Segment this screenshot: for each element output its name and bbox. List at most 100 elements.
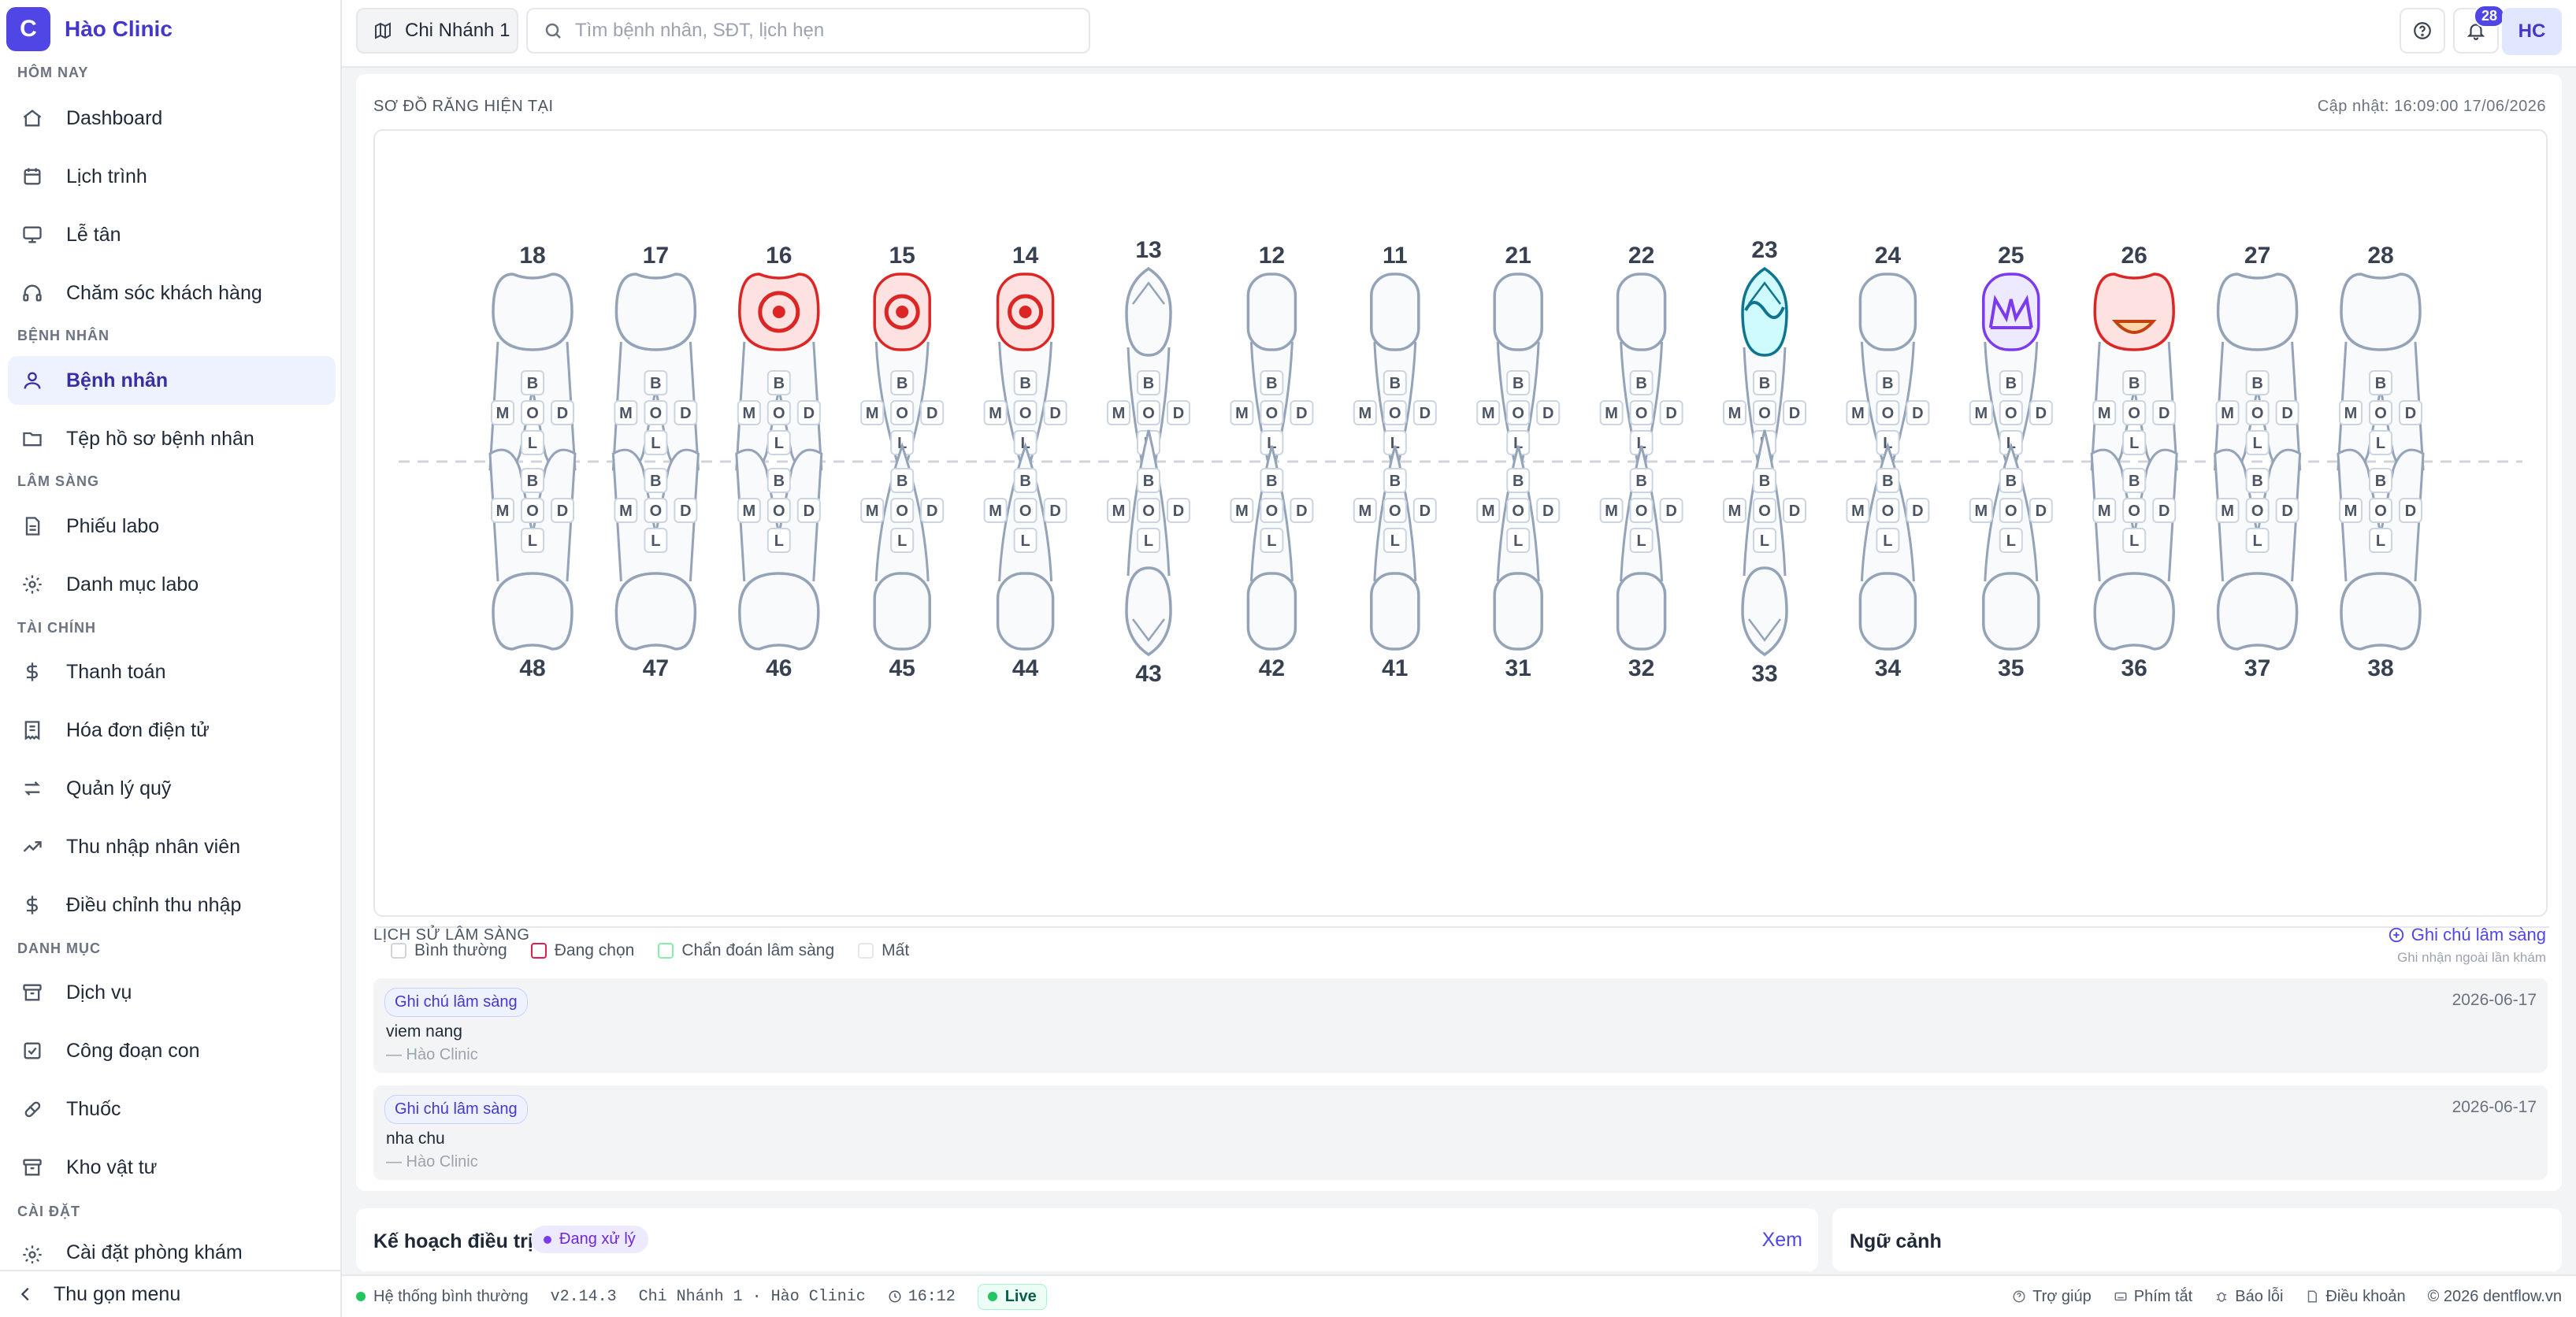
surface-D[interactable]: D — [2029, 400, 2053, 425]
surface-O[interactable]: O — [2245, 498, 2270, 523]
surface-O[interactable]: O — [2245, 400, 2270, 425]
surface-M[interactable]: M — [860, 498, 885, 523]
surface-O[interactable]: O — [644, 400, 668, 425]
surface-D[interactable]: D — [1659, 400, 1683, 425]
surface-M[interactable]: M — [983, 400, 1008, 425]
brand[interactable]: C Hào Clinic — [6, 6, 173, 52]
sidebar-item-thuoc[interactable]: Thuốc — [8, 1085, 336, 1133]
avatar[interactable]: HC — [2502, 8, 2562, 55]
surface-M[interactable]: M — [1107, 498, 1130, 523]
surface-O[interactable]: O — [1876, 498, 1900, 523]
report-bug-link[interactable]: Báo lỗi — [2214, 1288, 2283, 1306]
surface-M[interactable]: M — [2092, 400, 2117, 425]
surface-M[interactable]: M — [1476, 400, 1501, 425]
surface-B[interactable]: B — [1137, 370, 1160, 395]
tooth-45[interactable]: 45 BM O D L — [860, 442, 945, 681]
surface-O[interactable]: O — [1999, 400, 2023, 425]
surface-B[interactable]: B — [521, 370, 544, 395]
surface-M[interactable]: M — [2215, 498, 2240, 523]
tooth-32[interactable]: 32 BM O D L — [1599, 445, 1683, 681]
sidebar-item-phieu-labo[interactable]: Phiếu labo — [8, 502, 336, 551]
surface-B[interactable]: B — [766, 370, 791, 395]
surface-L[interactable]: L — [644, 528, 668, 553]
surface-M[interactable]: M — [614, 498, 638, 523]
surface-B[interactable]: B — [1137, 468, 1160, 493]
surface-L[interactable]: L — [1753, 528, 1776, 553]
surface-L[interactable]: L — [2245, 430, 2270, 455]
surface-L[interactable]: L — [2369, 528, 2392, 553]
surface-D[interactable]: D — [1167, 498, 1190, 523]
tooth-37[interactable]: 37 BM O D L — [2214, 448, 2302, 681]
surface-O[interactable]: O — [2369, 498, 2392, 523]
surface-O[interactable]: O — [2122, 498, 2147, 523]
tooth-33[interactable]: 33 BM O D L — [1723, 429, 1806, 687]
surface-M[interactable]: M — [1723, 400, 1746, 425]
notifications-button[interactable]: 28 — [2453, 5, 2505, 54]
surface-L[interactable]: L — [2245, 528, 2270, 553]
tooth-36[interactable]: 36 B M O D L — [2090, 448, 2178, 681]
surface-B[interactable]: B — [1629, 370, 1654, 395]
surface-B[interactable]: B — [1506, 370, 1531, 395]
surface-B[interactable]: B — [2245, 468, 2270, 493]
tooth-38[interactable]: 38 BM O D L — [2337, 448, 2425, 681]
surface-D[interactable]: D — [1412, 498, 1437, 523]
surface-O[interactable]: O — [1137, 400, 1160, 425]
tooth-42[interactable]: 42 BM O D L — [1230, 445, 1314, 681]
surface-B[interactable]: B — [2245, 370, 2270, 395]
surface-L[interactable]: L — [1876, 528, 1900, 553]
surface-L[interactable]: L — [1013, 528, 1037, 553]
surface-D[interactable]: D — [1906, 498, 1930, 523]
surface-O[interactable]: O — [766, 498, 791, 523]
tooth-34[interactable]: 34 BM O D L — [1846, 442, 1930, 681]
surface-B[interactable]: B — [1753, 370, 1776, 395]
surface-L[interactable]: L — [2369, 430, 2392, 455]
surface-O[interactable]: O — [1137, 498, 1160, 523]
surface-D[interactable]: D — [2399, 400, 2422, 425]
surface-M[interactable]: M — [1353, 498, 1377, 523]
surface-O[interactable]: O — [890, 498, 915, 523]
tooth-41[interactable]: 41 B M O D L — [1353, 445, 1437, 681]
surface-O[interactable]: O — [1260, 400, 1284, 425]
surface-B[interactable]: B — [1013, 370, 1037, 395]
history-note[interactable]: Ghi chú lâm sàng 2026-06-17 viem nang — … — [373, 978, 2548, 1073]
surface-L[interactable]: L — [766, 430, 791, 455]
surface-D[interactable]: D — [2029, 498, 2053, 523]
surface-M[interactable]: M — [1230, 498, 1254, 523]
surface-O[interactable]: O — [1013, 498, 1037, 523]
surface-D[interactable]: D — [551, 400, 574, 425]
tooth-11[interactable]: 11BM O DL — [1353, 243, 1437, 478]
search-input[interactable]: Tìm bệnh nhân, SĐT, lịch hẹn — [526, 8, 1090, 54]
sidebar-item-cai-dat-phong-kham[interactable]: Cài đặt phòng khám — [8, 1232, 336, 1263]
surface-D[interactable]: D — [1783, 400, 1806, 425]
sidebar-item-danh-muc-labo[interactable]: Danh mục labo — [8, 560, 336, 609]
tooth-46[interactable]: 46 B M O D L — [735, 448, 823, 681]
history-note[interactable]: Ghi chú lâm sàng 2026-06-17 nha chu — Hà… — [373, 1085, 2548, 1180]
surface-B[interactable]: B — [1876, 370, 1900, 395]
surface-D[interactable]: D — [674, 498, 698, 523]
surface-O[interactable]: O — [644, 498, 668, 523]
surface-B[interactable]: B — [890, 468, 915, 493]
surface-M[interactable]: M — [614, 400, 638, 425]
surface-O[interactable]: O — [1260, 498, 1284, 523]
tooth-22[interactable]: 22BM O DL — [1599, 243, 1683, 478]
surface-B[interactable]: B — [1260, 468, 1284, 493]
surface-B[interactable]: B — [1013, 468, 1037, 493]
surface-L[interactable]: L — [766, 528, 791, 553]
sidebar-item-thanh-toan[interactable]: Thanh toán — [8, 647, 336, 696]
sidebar-item-cong-doan-con[interactable]: Công đoạn con — [8, 1026, 336, 1075]
add-clinical-note-button[interactable]: Ghi chú lâm sàng — [2388, 925, 2546, 945]
surface-M[interactable]: M — [1353, 400, 1377, 425]
sidebar-item-quan-ly-quy[interactable]: Quản lý quỹ — [8, 764, 336, 813]
surface-D[interactable]: D — [2152, 498, 2177, 523]
help-button[interactable] — [2400, 8, 2445, 54]
surface-D[interactable]: D — [2275, 400, 2299, 425]
tooth-35[interactable]: 35 B M O D L — [1969, 442, 2053, 681]
surface-M[interactable]: M — [1476, 498, 1501, 523]
surface-L[interactable]: L — [1506, 528, 1531, 553]
surface-M[interactable]: M — [1723, 498, 1746, 523]
sidebar-item-le-tan[interactable]: Lễ tân — [8, 210, 336, 259]
surface-O[interactable]: O — [1876, 400, 1900, 425]
surface-B[interactable]: B — [2369, 468, 2392, 493]
surface-L[interactable]: L — [1137, 528, 1160, 553]
tooth-44[interactable]: 44 BM O D L — [983, 442, 1067, 681]
